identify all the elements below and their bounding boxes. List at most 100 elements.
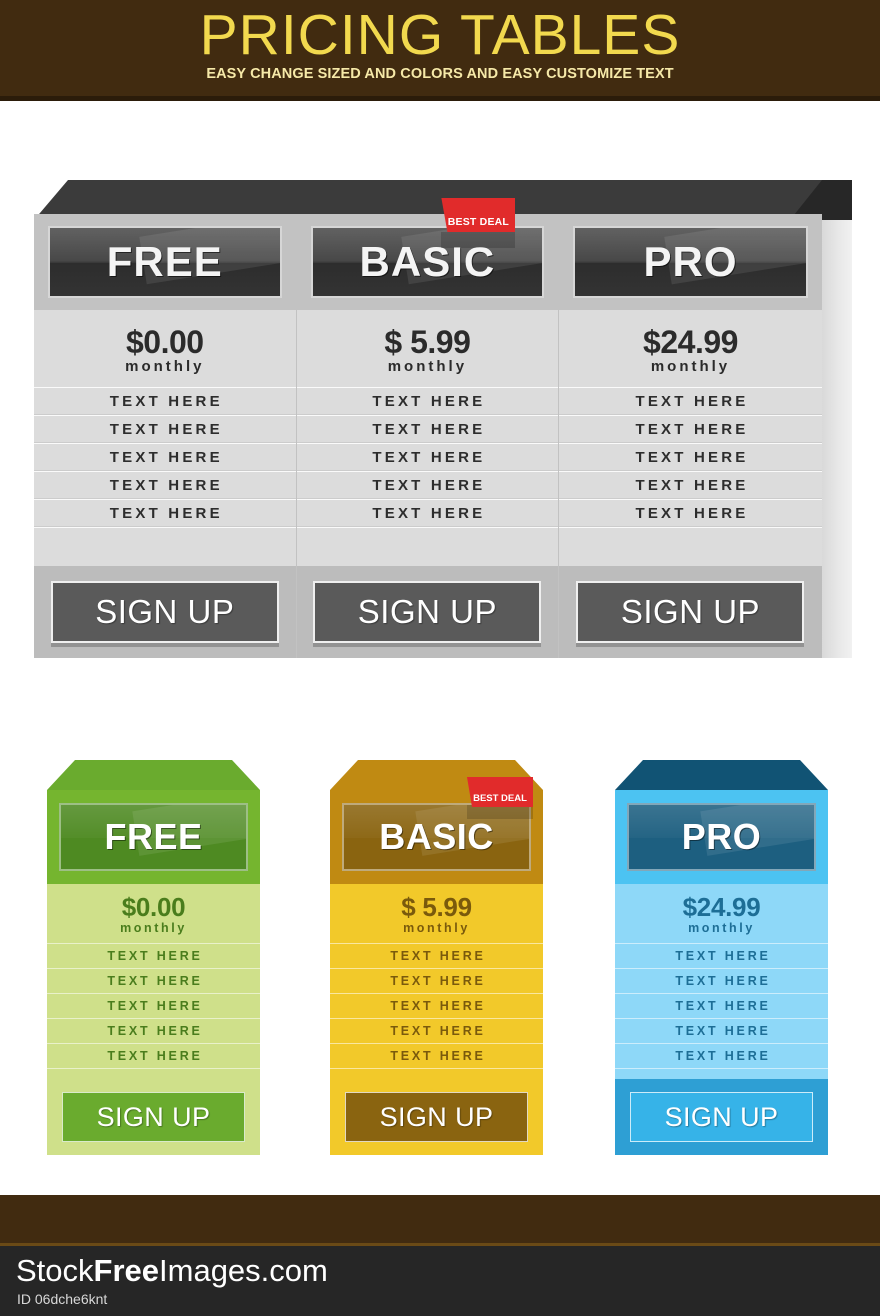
column-footer: SIGN UP [34,566,296,658]
signup-button[interactable]: SIGN UP [62,1092,245,1142]
footer-brown-band [0,1195,880,1243]
pricing-column-pro: PRO $24.99 monthly TEXT HERE TEXT HERE TEX… [559,214,822,658]
column-body: $24.99 monthly TEXT HERE TEXT HERE TEXT HE… [559,310,822,566]
feature-list: TEXT HERE TEXT HERE TEXT HERE TEXT HERE TEXT… [615,943,828,1069]
card-roof-surface [615,760,828,790]
gray-table-columns: FREE $0.00 monthly TEXT HERE TEXT HERE TEX… [34,198,822,658]
feature-item: TEXT HERE [330,1043,543,1068]
plan-period: monthly [120,921,187,935]
feature-item: TEXT HERE [559,443,822,471]
column-header-area: FREE [34,214,296,310]
feature-item: TEXT HERE [47,943,260,968]
card-footer: SIGN UP [615,1079,828,1155]
brand-prefix: Stock [16,1253,94,1288]
feature-item: TEXT HERE [296,443,559,471]
footer-brand: StockFreeImages.com [16,1253,328,1289]
footer-image-id: ID 06dche6knt [17,1291,108,1307]
plan-name: PRO [643,238,738,285]
card-body: PRO $24.99 monthly TEXT HERE TEXT HERE TEX… [615,790,828,1155]
signup-button[interactable]: SIGN UP [576,581,805,643]
feature-item: TEXT HERE [47,1018,260,1043]
plan-name: FREE [106,238,223,285]
card-body: BEST DEAL BASIC $ 5.99 monthly TEXT HERE… [330,777,543,1155]
header-banner: PRICING TABLES EASY CHANGE SIZED AND COL… [0,0,880,96]
feature-item: TEXT HERE [559,415,822,443]
plan-name-plate: FREE [48,226,282,298]
feature-item: TEXT HERE [615,943,828,968]
card-footer: SIGN UP [47,1079,260,1155]
plan-price: $0.00 [126,324,204,360]
brand-suffix: Images.com [159,1253,328,1288]
card-3d-roof [47,760,260,790]
feature-list-end-rule [34,527,296,528]
best-deal-ribbon-shadow [441,232,516,248]
feature-item: TEXT HERE [296,499,559,527]
plan-period: monthly [688,921,755,935]
feature-item: TEXT HERE [615,1043,828,1068]
card-content: $24.99 monthly TEXT HERE TEXT HERE TEXT HE… [615,884,828,1079]
feature-list-end-rule [615,1068,828,1069]
plan-name-plate: PRO [627,803,816,871]
page-title: PRICING TABLES [199,3,681,67]
feature-item: TEXT HERE [330,1018,543,1043]
card-header-area: BEST DEAL BASIC [330,777,543,884]
feature-item: TEXT HERE [34,499,296,527]
feature-item: TEXT HERE [330,943,543,968]
card-content: $ 5.99 monthly TEXT HERE TEXT HERE TEXT HE… [330,884,543,1079]
feature-list-end-rule [296,527,559,528]
signup-button[interactable]: SIGN UP [345,1092,528,1142]
plan-name: FREE [104,816,203,857]
feature-item: TEXT HERE [615,993,828,1018]
column-body: $ 5.99 monthly TEXT HERE TEXT HERE TEXT HE… [296,310,559,566]
feature-item: TEXT HERE [296,387,559,415]
card-header-area: FREE [47,790,260,884]
gray-pricing-table: FREE $0.00 monthly TEXT HERE TEXT HERE TEX… [34,180,852,658]
brand-highlight: Free [93,1253,160,1288]
plan-period: monthly [650,358,731,375]
column-header-area: PRO [559,214,822,310]
best-deal-ribbon-shadow [467,805,533,819]
page-subtitle: EASY CHANGE SIZED AND COLORS AND EASY CU… [206,66,674,82]
best-deal-ribbon: BEST DEAL [441,198,516,232]
plan-price: $ 5.99 [384,324,471,360]
banner-underline [0,96,880,101]
signup-button[interactable]: SIGN UP [50,581,279,643]
feature-item: TEXT HERE [559,471,822,499]
signup-button[interactable]: SIGN UP [313,581,542,643]
plan-name-plate: PRO [573,226,808,298]
plan-price: $0.00 [121,892,186,922]
feature-item: TEXT HERE [330,968,543,993]
pricing-tables-page: PRICING TABLES EASY CHANGE SIZED AND COL… [0,0,880,1316]
card-roof-surface [47,760,260,790]
plan-price: $24.99 [682,892,761,922]
column-body: $0.00 monthly TEXT HERE TEXT HERE TEXT HER… [34,310,296,566]
card-content: $0.00 monthly TEXT HERE TEXT HERE TEXT HER… [47,884,260,1079]
feature-item: TEXT HERE [34,387,296,415]
plan-period: monthly [125,358,205,375]
feature-item: TEXT HERE [34,443,296,471]
column-footer: SIGN UP [296,566,559,658]
feature-item: TEXT HERE [296,415,559,443]
signup-button[interactable]: SIGN UP [630,1092,813,1142]
feature-item: TEXT HERE [34,415,296,443]
feature-item: TEXT HERE [34,471,296,499]
feature-list: TEXT HERE TEXT HERE TEXT HERE TEXT HERE TEXT… [34,387,296,528]
pricing-column-basic: BEST DEAL BASIC $ 5.99 monthly TEXT HERE… [296,198,560,658]
feature-item: TEXT HERE [559,387,822,415]
feature-item: TEXT HERE [47,968,260,993]
feature-list: TEXT HERE TEXT HERE TEXT HERE TEXT HERE TEXT… [47,943,260,1069]
column-footer: SIGN UP [559,566,822,658]
plan-price: $ 5.99 [401,892,472,922]
plan-period: monthly [387,358,468,375]
table-3d-side-panel [822,214,852,658]
feature-item: TEXT HERE [330,993,543,1018]
plan-period: monthly [403,921,470,935]
feature-list-end-rule [330,1068,543,1069]
feature-item: TEXT HERE [296,471,559,499]
feature-list: TEXT HERE TEXT HERE TEXT HERE TEXT HERE TEXT… [559,387,822,528]
best-deal-ribbon: BEST DEAL [467,777,533,807]
feature-item: TEXT HERE [47,1043,260,1068]
plan-name: PRO [681,816,762,857]
feature-item: TEXT HERE [47,993,260,1018]
pricing-column-free: FREE $0.00 monthly TEXT HERE TEXT HERE TEX… [34,214,297,658]
